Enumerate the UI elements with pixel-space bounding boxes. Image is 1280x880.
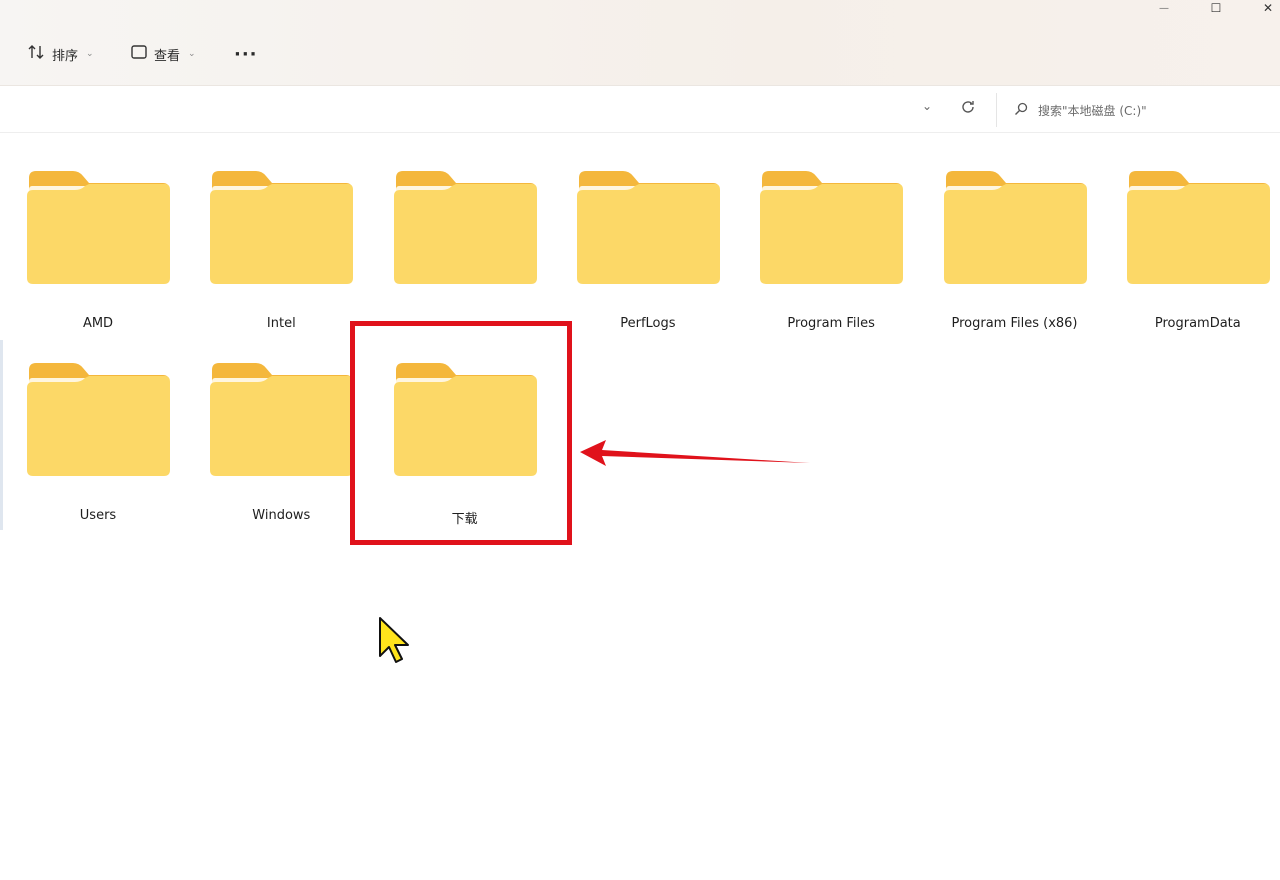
mouse-cursor-icon [379, 617, 409, 663]
search-icon [1014, 102, 1028, 119]
folder-label: Program Files (x86) [951, 316, 1078, 331]
more-options-button[interactable]: ··· [234, 40, 258, 68]
folder-icon [575, 168, 721, 286]
chevron-down-icon: ⌄ [188, 49, 196, 59]
folder-icon [1125, 168, 1271, 286]
folder-item[interactable]: Windows [196, 360, 366, 540]
highlight-box [350, 321, 572, 545]
chevron-down-icon[interactable]: ⌄ [922, 99, 932, 113]
folder-icon [25, 168, 171, 286]
folder-label: ProgramData [1154, 316, 1241, 331]
minimize-button[interactable]: — [1150, 0, 1178, 16]
close-button[interactable]: ✕ [1254, 0, 1280, 16]
view-button[interactable]: 查看 ⌄ [130, 40, 196, 68]
folder-item[interactable]: PerfLogs [563, 168, 733, 348]
view-icon [130, 44, 148, 64]
maximize-button[interactable]: ☐ [1202, 0, 1230, 16]
sort-label: 排序 [52, 48, 79, 64]
folder-item[interactable]: Users [13, 360, 183, 540]
folder-icon [392, 168, 538, 286]
folder-label: Windows [252, 508, 311, 523]
folder-icon [758, 168, 904, 286]
folder-icon [208, 168, 354, 286]
folder-label: Users [79, 508, 117, 523]
folder-icon [208, 360, 354, 478]
view-label: 查看 [154, 48, 181, 64]
scroll-edge [0, 340, 3, 530]
folder-item[interactable]: ProgramData [1113, 168, 1280, 348]
folder-item[interactable]: Intel [196, 168, 366, 348]
folder-item[interactable]: Program Files [746, 168, 916, 348]
divider [996, 93, 997, 127]
refresh-icon[interactable] [960, 99, 976, 119]
folder-label: Intel [266, 316, 296, 331]
folder-icon [942, 168, 1088, 286]
folder-label: AMD [82, 316, 114, 331]
address-row: ⌄ 搜索"本地磁盘 (C:)" [0, 87, 1280, 133]
folder-label: PerfLogs [620, 316, 676, 331]
folder-icon [25, 360, 171, 478]
search-placeholder: 搜索"本地磁盘 (C:)" [1038, 103, 1147, 118]
search-input[interactable]: 搜索"本地磁盘 (C:)" [1004, 95, 1274, 125]
folder-item[interactable]: Program Files (x86) [930, 168, 1100, 348]
sort-icon [28, 44, 46, 64]
sort-button[interactable]: 排序 ⌄ [28, 40, 94, 68]
folder-item[interactable]: AMD [13, 168, 183, 348]
command-bar: — ☐ ✕ 排序 ⌄ 查看 ⌄ ··· [0, 0, 1280, 86]
pointer-arrow [580, 440, 810, 466]
more-icon: ··· [234, 43, 258, 65]
folder-label: Program Files [787, 316, 875, 331]
chevron-down-icon: ⌄ [86, 49, 94, 59]
